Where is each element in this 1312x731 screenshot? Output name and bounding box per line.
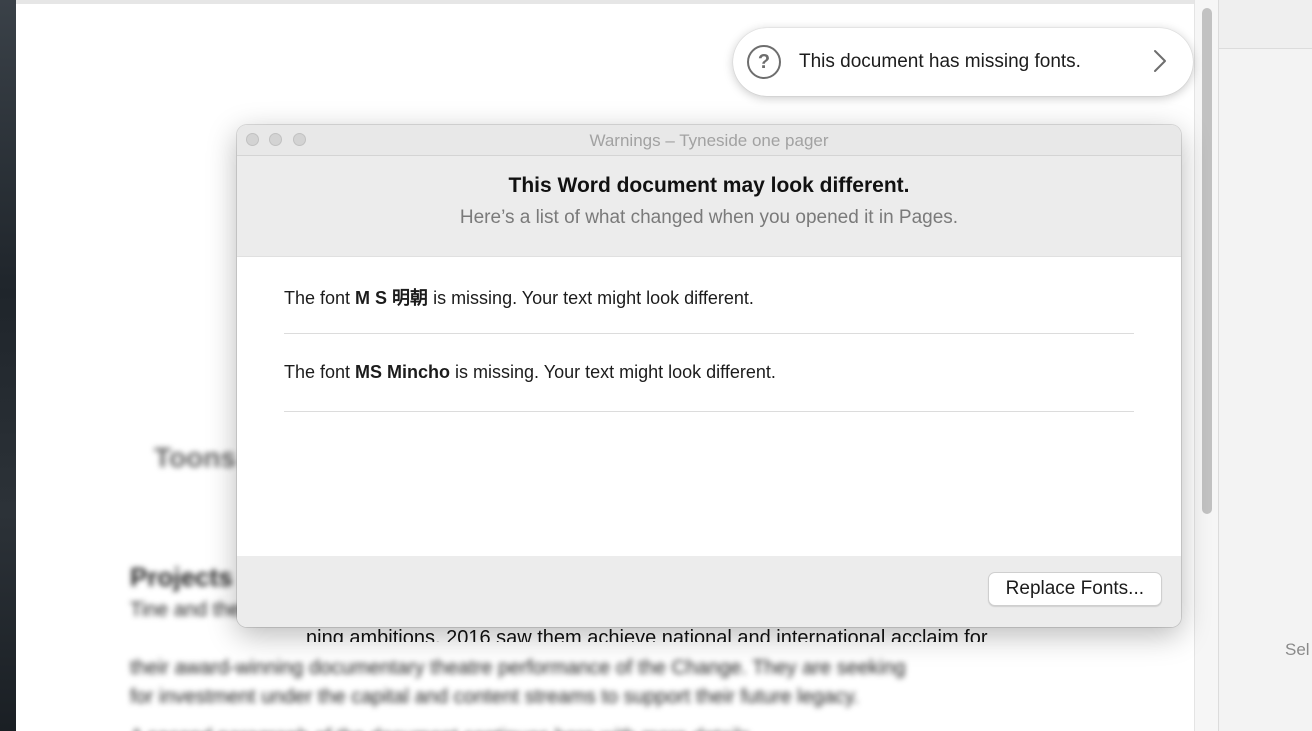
dialog-titlebar[interactable]: Warnings – Tyneside one pager bbox=[237, 125, 1181, 156]
warning-item: The font M S 明朝 is missing. Your text mi… bbox=[284, 257, 1134, 334]
pages-window: Toons Projects Tine and the team have be… bbox=[0, 0, 1312, 731]
warnings-dialog: Warnings – Tyneside one pager This Word … bbox=[237, 125, 1181, 627]
replace-fonts-button[interactable]: Replace Fonts... bbox=[987, 572, 1162, 606]
warning-prefix: The font bbox=[284, 362, 356, 382]
sidebar-hint-text: Sel bbox=[1285, 640, 1310, 659]
question-circle-icon: ? bbox=[747, 45, 781, 79]
missing-fonts-text: This document has missing fonts. bbox=[799, 51, 1081, 72]
desktop-background bbox=[0, 0, 16, 731]
blurred-heading: Toons bbox=[154, 442, 236, 473]
warning-prefix: The font bbox=[284, 288, 356, 308]
dialog-header: This Word document may look different. H… bbox=[237, 156, 1181, 257]
sidebar-toolbar bbox=[1219, 0, 1312, 49]
missing-font-name: MS Mincho bbox=[355, 362, 451, 382]
blurred-subheading: Projects bbox=[130, 562, 233, 592]
blurred-paragraph-2: A second paragraph of the document conti… bbox=[130, 726, 1110, 731]
dialog-title: Warnings – Tyneside one pager bbox=[589, 131, 829, 150]
warning-suffix: is missing. Your text might look differe… bbox=[450, 362, 776, 382]
missing-fonts-banner[interactable]: ? This document has missing fonts. bbox=[733, 28, 1193, 96]
scrollbar-thumb[interactable] bbox=[1202, 8, 1212, 514]
vertical-scrollbar[interactable] bbox=[1194, 0, 1218, 731]
format-sidebar: Sel bbox=[1218, 0, 1312, 731]
dialog-footer: Replace Fonts... bbox=[237, 556, 1181, 627]
warning-item: The font MS Mincho is missing. Your text… bbox=[284, 335, 1134, 412]
chevron-right-icon bbox=[1154, 50, 1166, 72]
missing-font-name: M S 明朝 bbox=[355, 288, 429, 308]
warning-suffix: is missing. Your text might look differe… bbox=[428, 288, 754, 308]
warning-list: The font M S 明朝 is missing. Your text mi… bbox=[237, 257, 1181, 557]
dialog-heading: This Word document may look different. bbox=[508, 174, 910, 197]
dialog-subheading: Here’s a list of what changed when you o… bbox=[459, 207, 959, 228]
